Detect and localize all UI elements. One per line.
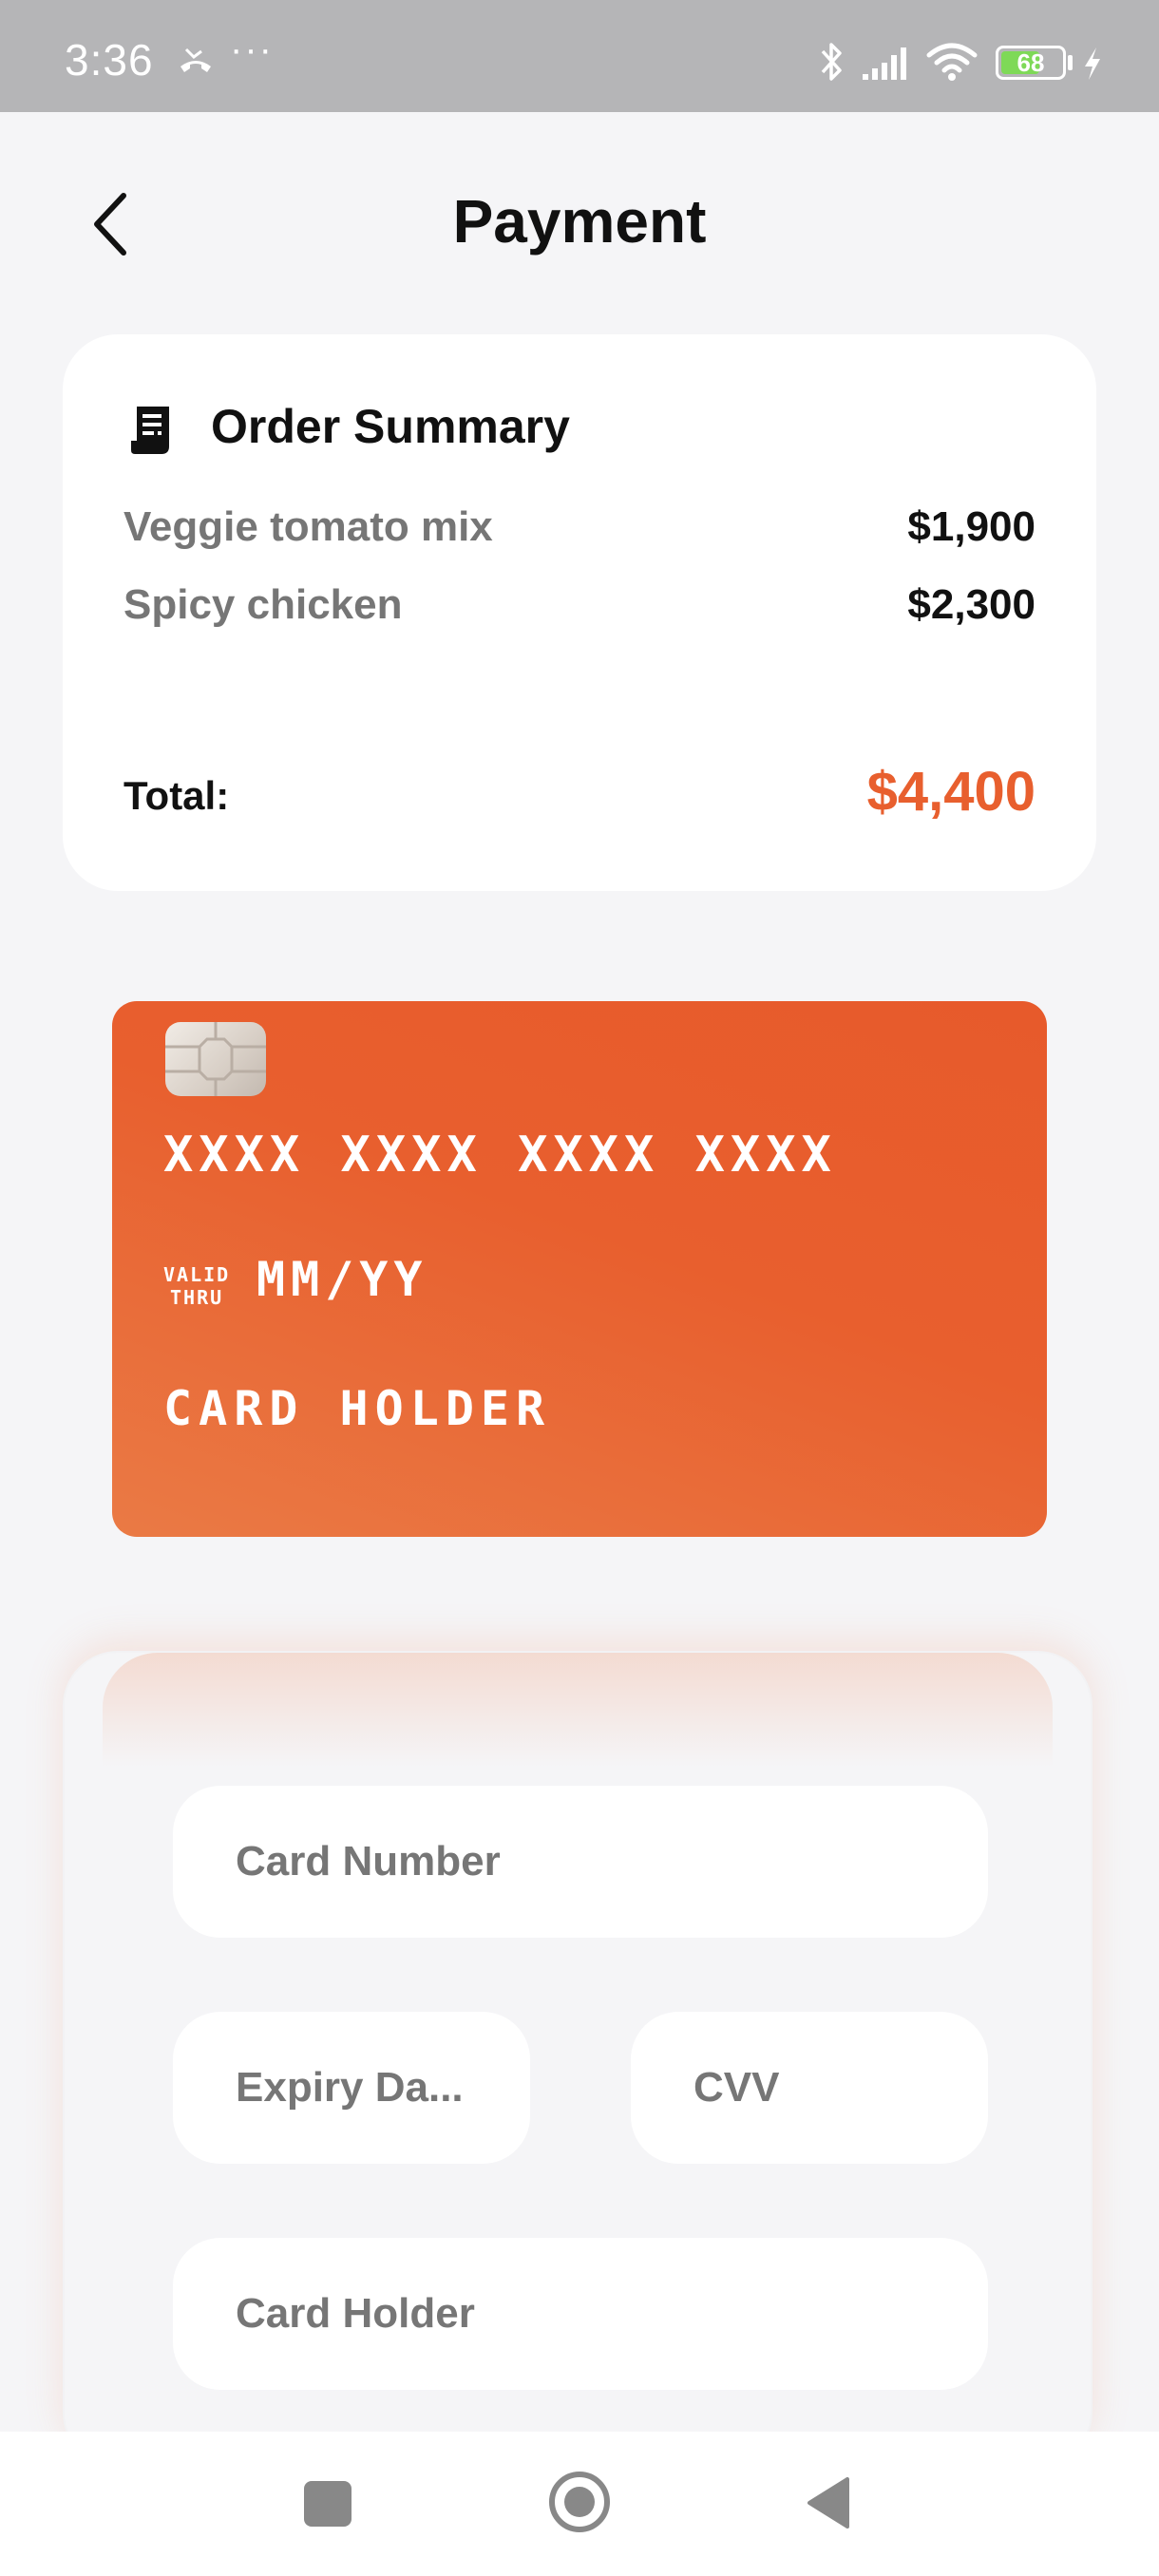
- recents-icon[interactable]: [304, 2481, 352, 2527]
- cvv-input[interactable]: [631, 2012, 988, 2164]
- valid-label: VALID: [163, 1263, 231, 1286]
- charging-icon: [1085, 47, 1100, 80]
- card-number-input[interactable]: [173, 1786, 988, 1938]
- order-item-name: Spicy chicken: [124, 581, 403, 628]
- missed-call-icon: [180, 47, 211, 72]
- card-expiry-display: MM/YY: [256, 1252, 428, 1307]
- battery-tip: [1068, 55, 1073, 70]
- total-label: Total:: [124, 773, 230, 818]
- order-item-row: Spicy chicken $2,300: [124, 581, 1036, 638]
- system-nav-bar: [0, 2432, 1159, 2576]
- card-holder-display: CARD HOLDER: [163, 1381, 552, 1436]
- card-chip-icon: [165, 1022, 266, 1096]
- battery-icon: 68: [996, 46, 1066, 80]
- back-icon[interactable]: [806, 2475, 851, 2530]
- order-summary-card: Order Summary Veggie tomato mix $1,900 S…: [63, 334, 1096, 891]
- card-holder-input[interactable]: [173, 2238, 988, 2390]
- status-time: 3:36: [65, 35, 154, 85]
- order-item-price: $2,300: [907, 581, 1036, 628]
- payment-screen: 3:36 ··· 68 Payment Order Summary Veggie…: [0, 0, 1159, 2576]
- card-number-display: XXXX XXXX XXXX XXXX: [163, 1127, 837, 1184]
- signal-icon: [863, 47, 906, 80]
- page-title: Payment: [452, 187, 707, 256]
- order-item-row: Veggie tomato mix $1,900: [124, 503, 1036, 560]
- card-form-panel: [63, 1651, 1092, 2468]
- order-summary-title: Order Summary: [211, 400, 570, 453]
- form-panel-glow: [103, 1653, 1053, 1767]
- home-icon[interactable]: [547, 2470, 612, 2534]
- receipt-icon: [131, 407, 169, 454]
- total-value: $4,400: [866, 761, 1036, 823]
- order-item-price: $1,900: [907, 503, 1036, 550]
- thru-label: THRU: [170, 1286, 224, 1309]
- wifi-icon: [926, 43, 978, 81]
- battery-level: 68: [1016, 48, 1045, 77]
- bluetooth-icon: [821, 43, 842, 81]
- order-item-name: Veggie tomato mix: [124, 503, 493, 550]
- valid-thru-label: VALID THRU: [163, 1263, 230, 1309]
- expiry-date-input[interactable]: [173, 2012, 530, 2164]
- status-more-icon: ···: [230, 28, 274, 70]
- credit-card-preview: XXXX XXXX XXXX XXXX VALID THRU MM/YY CAR…: [112, 1001, 1047, 1537]
- status-bar: 3:36 ··· 68: [0, 0, 1159, 112]
